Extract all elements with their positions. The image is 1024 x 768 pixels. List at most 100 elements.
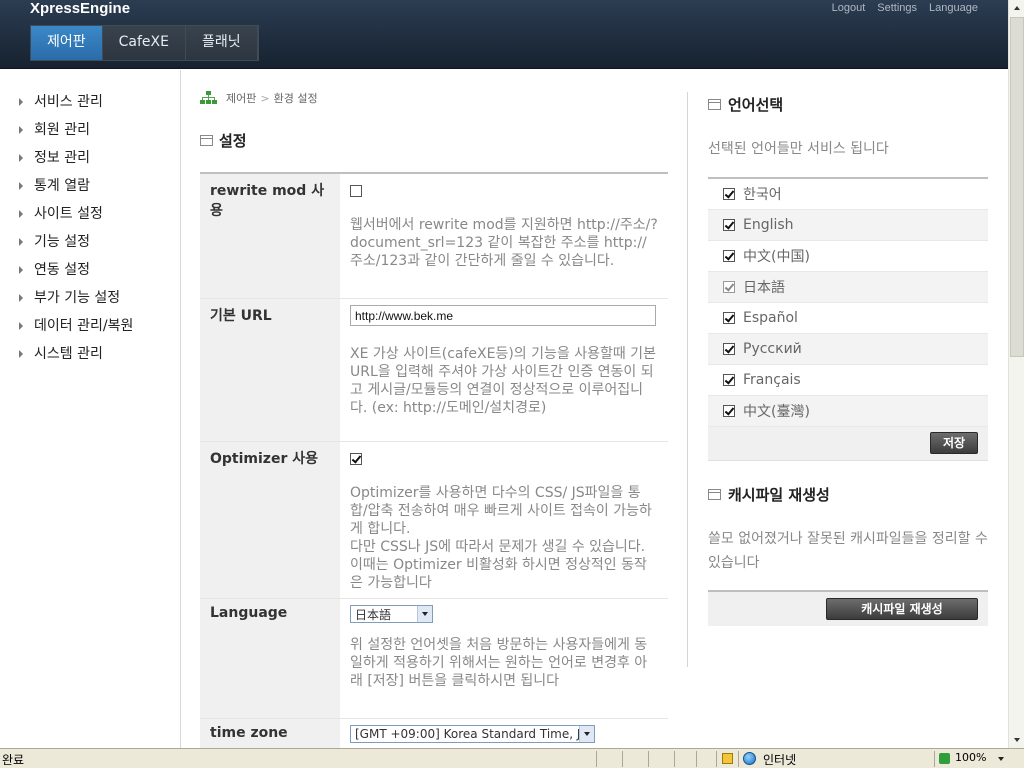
chevron-down-icon[interactable] xyxy=(417,606,432,622)
language-cell: 日本語 위 설정한 언어셋을 처음 방문하는 사용자들에게 동일하게 적용하기 … xyxy=(340,599,668,718)
caret-right-icon xyxy=(19,350,23,358)
caret-right-icon xyxy=(19,322,23,330)
main-nav-tabs: 제어판 CafeXE 플래닛 xyxy=(30,25,259,61)
settings-link[interactable]: Settings xyxy=(877,2,917,14)
row-language: Language 日本語 위 설정한 언어셋을 처음 방문하는 사용자들에게 동… xyxy=(200,599,668,719)
caret-right-icon xyxy=(19,154,23,162)
language-select-title: 언어선택 xyxy=(708,94,783,115)
language-label: English xyxy=(743,217,794,233)
sidebar-item-integration[interactable]: 연동 설정 xyxy=(0,260,180,288)
chevron-down-icon[interactable] xyxy=(998,757,1004,761)
scroll-down-icon[interactable] xyxy=(1010,732,1024,748)
status-cell xyxy=(596,751,622,767)
caret-right-icon xyxy=(19,294,23,302)
sidebar-item-features[interactable]: 기능 설정 xyxy=(0,232,180,260)
save-button[interactable]: 저장 xyxy=(930,432,978,454)
optimizer-checkbox[interactable] xyxy=(350,453,362,465)
language-checkbox[interactable] xyxy=(723,188,735,200)
rewrite-cell: 웹서버에서 rewrite mod를 지원하면 http://주소/?docum… xyxy=(340,174,668,298)
caret-right-icon xyxy=(19,210,23,218)
cache-title-text: 캐시파일 재생성 xyxy=(728,486,830,504)
sidebar-item-site[interactable]: 사이트 설정 xyxy=(0,204,180,232)
chevron-down-icon[interactable] xyxy=(579,726,594,742)
caret-right-icon xyxy=(19,126,23,134)
default-url-input[interactable] xyxy=(350,305,656,326)
optimizer-description: Optimizer를 사용하면 다수의 CSS/ JS파일을 통합/압축 전송하… xyxy=(350,485,652,537)
sidebar-item-stats[interactable]: 통계 열람 xyxy=(0,176,180,204)
language-label: Français xyxy=(743,372,801,388)
brand-logo[interactable]: XpressEngine xyxy=(30,0,130,17)
list-item: 中文(中国) xyxy=(708,241,988,272)
language-checkbox[interactable] xyxy=(723,219,735,231)
sidebar-item-label: 회원 관리 xyxy=(34,122,90,138)
list-item: English xyxy=(708,210,988,241)
language-checkbox[interactable] xyxy=(723,374,735,386)
language-checkbox-disabled xyxy=(723,281,735,293)
sidebar-item-label: 정보 관리 xyxy=(34,150,90,166)
scroll-thumb[interactable] xyxy=(1010,17,1024,357)
sidebar-item-service[interactable]: 서비스 관리 xyxy=(0,92,180,120)
language-select-value: 日本語 xyxy=(355,607,392,622)
language-checkbox[interactable] xyxy=(723,405,735,417)
breadcrumb-item-settings[interactable]: 환경 설정 xyxy=(274,90,318,106)
optimizer-cell: Optimizer를 사용하면 다수의 CSS/ JS파일을 통합/압축 전송하… xyxy=(340,442,668,598)
scroll-up-icon[interactable] xyxy=(1010,0,1024,16)
regenerate-cache-button[interactable]: 캐시파일 재생성 xyxy=(826,598,978,620)
rewrite-checkbox[interactable] xyxy=(350,185,362,197)
utility-links: Logout Settings Language xyxy=(832,2,978,14)
status-text: 완료 xyxy=(2,753,25,767)
vertical-scrollbar[interactable] xyxy=(1008,0,1024,748)
list-item: Русский xyxy=(708,334,988,365)
language-description: 위 설정한 언어셋을 처음 방문하는 사용자들에게 동일하게 적용하기 위해서는… xyxy=(350,637,648,689)
lock-icon xyxy=(722,753,733,764)
sidebar-item-label: 통계 열람 xyxy=(34,178,90,194)
main-content: 제어판 > 환경 설정 설정 rewrite mod 사용 웹서버에서 rewr… xyxy=(200,70,668,748)
breadcrumb: 제어판 > 환경 설정 xyxy=(200,90,318,106)
section-title-settings: 설정 xyxy=(200,130,247,151)
language-label: 中文(臺灣) xyxy=(743,404,810,420)
language-actions: 저장 xyxy=(708,427,988,461)
breadcrumb-separator: > xyxy=(260,91,270,105)
zoom-control[interactable]: 100% xyxy=(934,751,1008,767)
caret-right-icon xyxy=(19,238,23,246)
status-cell: 인터넷 xyxy=(738,751,934,767)
row-default-url: 기본 URL XE 가상 사이트(cafeXE등)의 기능을 사용할때 기본 U… xyxy=(200,299,668,442)
sidebar-item-member[interactable]: 회원 관리 xyxy=(0,120,180,148)
caret-right-icon xyxy=(19,98,23,106)
row-optimizer: Optimizer 사용 Optimizer를 사용하면 다수의 CSS/ JS… xyxy=(200,442,668,599)
default-url-label: 기본 URL xyxy=(200,299,340,441)
cache-actions: 캐시파일 재생성 xyxy=(708,590,988,626)
settings-form: rewrite mod 사용 웹서버에서 rewrite mod를 지원하면 h… xyxy=(200,172,668,748)
sidebar-item-info[interactable]: 정보 관리 xyxy=(0,148,180,176)
section-title-text: 설정 xyxy=(219,132,247,150)
language-label: Language xyxy=(200,599,340,718)
tab-cafexe[interactable]: CafeXE xyxy=(102,26,186,60)
default-url-cell: XE 가상 사이트(cafeXE등)의 기능을 사용할때 기본 URL을 입력해… xyxy=(340,299,668,441)
sidebar-item-addon[interactable]: 부가 기능 설정 xyxy=(0,288,180,316)
logout-link[interactable]: Logout xyxy=(832,2,866,14)
tab-control-panel[interactable]: 제어판 xyxy=(31,26,103,60)
timezone-select[interactable]: [GMT +09:00] Korea Standard Time, Japan xyxy=(350,725,595,743)
zoom-icon xyxy=(939,753,950,764)
language-checkbox[interactable] xyxy=(723,312,735,324)
right-panel: 언어선택 선택된 언어들만 서비스 됩니다 한국어 English 中文(中国)… xyxy=(708,70,988,748)
language-checkbox[interactable] xyxy=(723,250,735,262)
list-item: Français xyxy=(708,365,988,396)
language-checkbox[interactable] xyxy=(723,343,735,355)
tab-planet[interactable]: 플래닛 xyxy=(185,26,258,60)
sidebar-item-label: 부가 기능 설정 xyxy=(34,290,121,306)
timezone-cell: [GMT +09:00] Korea Standard Time, Japan xyxy=(340,719,668,748)
timezone-select-value: [GMT +09:00] Korea Standard Time, Japan xyxy=(355,727,579,741)
section-box-icon xyxy=(708,489,721,500)
browser-status-bar: 완료 인터넷 100% xyxy=(0,748,1024,768)
section-box-icon xyxy=(708,99,721,110)
language-link[interactable]: Language xyxy=(929,2,978,14)
sidebar-item-label: 연동 설정 xyxy=(34,262,90,278)
section-box-icon xyxy=(200,135,213,146)
sidebar-item-system[interactable]: 시스템 관리 xyxy=(0,344,180,372)
sidebar-item-data[interactable]: 데이터 관리/복원 xyxy=(0,316,180,344)
default-url-description: XE 가상 사이트(cafeXE등)의 기능을 사용할때 기본 URL을 입력해… xyxy=(350,346,656,416)
breadcrumb-item-control-panel[interactable]: 제어판 xyxy=(226,90,256,106)
language-label: 日本語 xyxy=(743,280,785,296)
language-select[interactable]: 日本語 xyxy=(350,605,433,623)
